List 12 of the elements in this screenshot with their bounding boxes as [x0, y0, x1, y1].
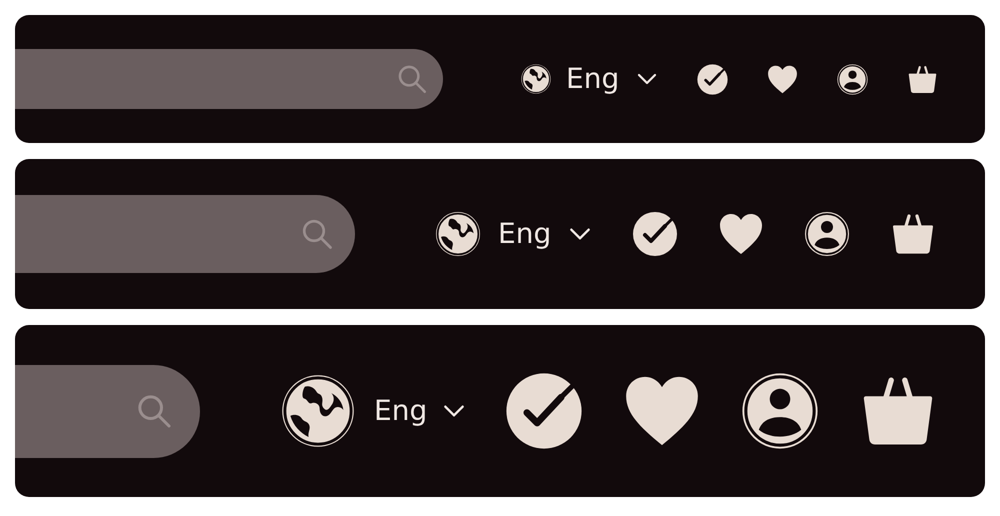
search-field[interactable] — [15, 364, 200, 458]
language-selector[interactable]: Eng — [434, 210, 594, 258]
check-circle-icon[interactable] — [696, 62, 730, 96]
user-icon[interactable] — [836, 62, 870, 96]
language-selector[interactable]: Eng — [520, 63, 660, 95]
user-icon[interactable] — [803, 210, 852, 258]
globe-icon — [434, 210, 482, 258]
language-selector[interactable]: Eng — [279, 372, 468, 450]
globe-icon — [520, 63, 552, 95]
search-field[interactable] — [15, 195, 355, 273]
check-circle-icon[interactable] — [631, 210, 680, 258]
search-field[interactable] — [15, 49, 443, 109]
